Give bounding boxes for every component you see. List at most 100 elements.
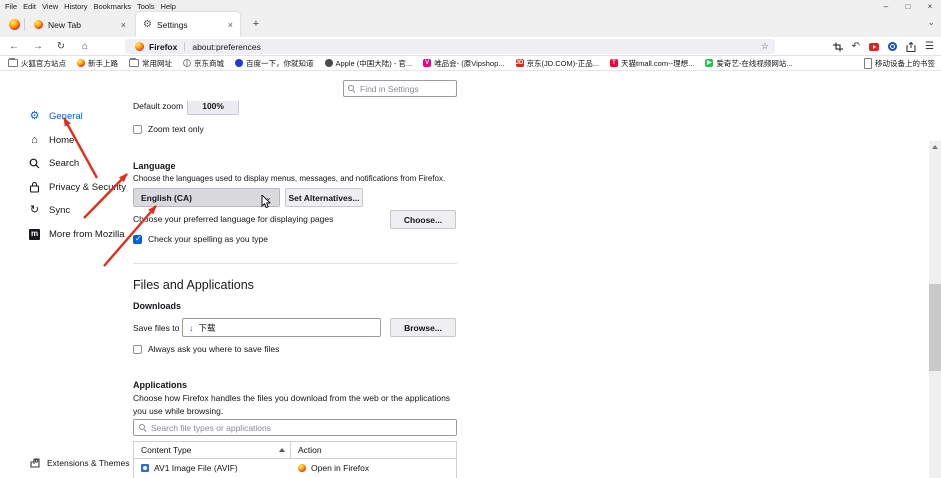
bookmark-star-icon[interactable]: ☆ <box>761 41 769 52</box>
spellcheck-checkbox[interactable]: Check your spelling as you type <box>133 234 268 244</box>
download-path-value: 下载 <box>198 322 216 333</box>
bookmark-label: 京东(JD.COM)-正品... <box>526 58 600 68</box>
sidebar-item-search[interactable]: Search <box>28 152 133 176</box>
checkbox-checked-icon[interactable] <box>133 234 142 244</box>
maximize-icon[interactable]: □ <box>897 0 919 12</box>
find-in-settings-input[interactable] <box>358 82 452 95</box>
browse-button[interactable]: Browse... <box>390 318 456 337</box>
extensions-themes-link[interactable]: Extensions & Themes <box>30 458 130 468</box>
close-tab-icon[interactable]: × <box>121 20 126 30</box>
sidebar-label: General <box>49 111 83 123</box>
home-icon[interactable]: ⌂ <box>77 37 93 56</box>
content-type-header[interactable]: Content Type <box>134 442 291 458</box>
folder-icon <box>129 58 139 67</box>
language-section-title: Language <box>133 161 176 171</box>
gear-icon: ⚙ <box>29 110 40 123</box>
menu-edit[interactable]: Edit <box>20 2 39 11</box>
applications-title: Applications <box>133 380 188 390</box>
undo-icon[interactable]: ↶ <box>852 41 860 52</box>
sidebar-label: Home <box>49 134 75 146</box>
forward-icon[interactable]: → <box>30 37 46 56</box>
gear-icon: ⚙ <box>143 18 152 30</box>
iqiyi-icon: ▶ <box>705 59 714 67</box>
always-ask-checkbox[interactable]: Always ask you where to save files <box>133 344 279 354</box>
choose-language-button[interactable]: Choose... <box>390 210 456 229</box>
bookmark-folder[interactable]: 火狐官方站点 <box>8 58 66 69</box>
sidebar-label: Sync <box>49 205 71 217</box>
scrollbar-thumb[interactable] <box>929 284 941 371</box>
bookmark-label: 唯品会- (原Vipshop... <box>434 58 505 68</box>
menu-tools[interactable]: Tools <box>134 2 158 11</box>
bookmark-label: 常用网址 <box>142 58 172 68</box>
bookmark-folder[interactable]: 常用网址 <box>129 58 172 69</box>
url-bar[interactable]: Firefox about:preferences ☆ <box>125 39 775 54</box>
table-header-row: Content Type Action <box>134 442 456 459</box>
sidebar-item-home[interactable]: ⌂ Home <box>28 129 133 153</box>
bookmark-label: 爱奇艺-在线视频网站... <box>716 58 793 68</box>
red-extension-icon[interactable] <box>869 42 880 51</box>
sidebar-item-sync[interactable]: ↻ Sync <box>28 199 133 223</box>
bookmark-label: 天猫tmall.com--理想... <box>621 58 695 68</box>
sidebar-item-privacy-security[interactable]: Privacy & Security <box>28 176 133 200</box>
close-icon[interactable]: × <box>919 0 941 12</box>
bookmark-label: 新手上路 <box>88 58 118 68</box>
find-in-settings <box>343 80 457 97</box>
menu-help[interactable]: Help <box>158 2 179 11</box>
sidebar-item-more-from-mozilla[interactable]: m More from Mozilla <box>28 223 133 247</box>
app-menu-icon[interactable]: ☰ <box>925 41 934 52</box>
sidebar-item-general[interactable]: ⚙ General <box>28 105 133 129</box>
reload-icon[interactable]: ↻ <box>53 37 69 56</box>
url-separator <box>184 42 186 51</box>
language-dropdown[interactable]: English (CA) ⌄ <box>133 188 280 207</box>
scroll-up-icon[interactable] <box>932 145 938 149</box>
bookmark-item[interactable]: T 天猫tmall.com--理想... <box>610 58 694 69</box>
action-header[interactable]: Action <box>291 445 322 455</box>
menu-history[interactable]: History <box>61 2 90 11</box>
tab-label: New Tab <box>48 19 81 30</box>
checkbox-icon[interactable] <box>133 124 142 134</box>
applications-search-input[interactable] <box>149 421 451 434</box>
menu-file[interactable]: File <box>2 2 20 11</box>
tab-settings[interactable]: ⚙ Settings × <box>136 12 240 37</box>
bookmark-item[interactable]: V 唯品会- (原Vipshop... <box>423 58 505 69</box>
firefox-icon <box>298 463 306 472</box>
bookmark-item[interactable]: 京东商城 <box>183 58 224 69</box>
sidebar-label: Search <box>49 158 80 170</box>
bookmark-item[interactable]: ▶ 爱奇艺-在线视频网站... <box>705 58 793 69</box>
blue-extension-icon[interactable] <box>888 42 898 51</box>
minimize-icon[interactable]: – <box>875 0 897 12</box>
menu-bookmarks[interactable]: Bookmarks <box>91 2 135 11</box>
search-icon <box>139 424 146 431</box>
download-path-field[interactable]: ↓ 下载 <box>182 318 381 337</box>
navigation-toolbar: ← → ↻ ⌂ Firefox about:preferences ☆ ↶ ☰ <box>0 37 941 56</box>
list-all-tabs-icon[interactable]: ⌄ <box>927 17 935 28</box>
table-row[interactable]: AV1 Image File (AVIF) Open in Firefox <box>134 459 456 476</box>
bookmark-item[interactable]: JD 京东(JD.COM)-正品... <box>515 58 600 69</box>
zoom-text-only-checkbox[interactable]: Zoom text only <box>133 124 204 134</box>
tab-label: Settings <box>156 19 188 30</box>
firefox-window: File Edit View History Bookmarks Tools H… <box>0 0 941 478</box>
default-zoom-dropdown[interactable]: 100% <box>187 101 240 115</box>
bookmark-item[interactable]: 百度一下，你就知道 <box>235 58 314 69</box>
bookmark-label: 百度一下，你就知道 <box>246 58 314 68</box>
preferred-language-label: Choose your preferred language for displ… <box>133 214 334 224</box>
firefox-icon[interactable] <box>9 19 20 30</box>
download-icon: ↓ <box>189 322 194 333</box>
screenshot-icon[interactable] <box>832 42 843 52</box>
tab-separator <box>24 18 25 31</box>
puzzle-icon <box>30 458 40 468</box>
menu-view[interactable]: View <box>39 2 61 11</box>
scrollbar[interactable] <box>929 141 941 478</box>
section-divider <box>133 263 457 264</box>
tab-new-tab[interactable]: New Tab × <box>27 12 133 37</box>
bookmark-item[interactable]: 新手上路 <box>77 58 118 69</box>
mobile-bookmarks-folder[interactable]: 移动设备上的书签 <box>864 57 935 69</box>
new-tab-button[interactable]: + <box>248 16 264 32</box>
bookmark-item[interactable]: Apple (中国大陆) - 官... <box>324 58 412 69</box>
back-icon[interactable]: ← <box>6 37 22 56</box>
share-icon[interactable] <box>906 41 916 52</box>
checkbox-icon[interactable] <box>133 344 142 354</box>
close-tab-icon[interactable]: × <box>228 20 233 30</box>
set-alternatives-button[interactable]: Set Alternatives... <box>285 188 363 207</box>
menu-bar: File Edit View History Bookmarks Tools H… <box>0 0 941 12</box>
